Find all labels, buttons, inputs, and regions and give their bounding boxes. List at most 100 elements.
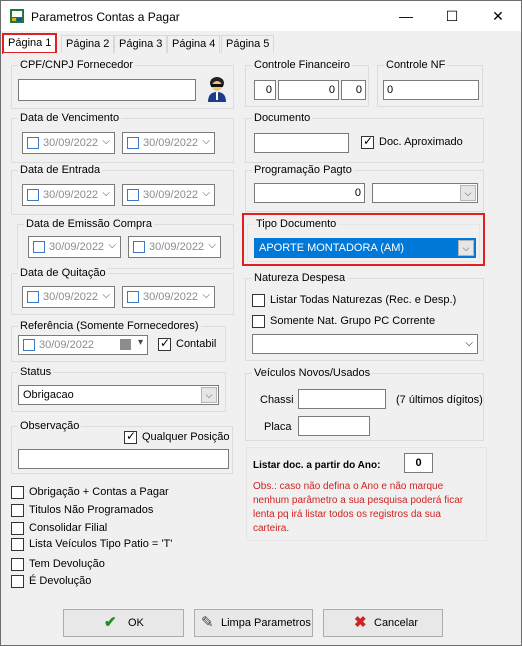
contabil-label: Contabil xyxy=(176,338,217,350)
chassi-hint: (7 últimos dígitos) xyxy=(396,394,483,406)
option-tem-devolucao-label: Tem Devolução xyxy=(29,558,105,570)
entrada-to-checkbox[interactable] xyxy=(127,189,139,201)
search-person-icon[interactable] xyxy=(205,76,229,102)
chevron-down-icon[interactable]: ⌵ xyxy=(202,188,210,199)
chevron-down-icon[interactable]: ⌵ xyxy=(465,335,473,353)
cancelar-button[interactable]: ✖ Cancelar xyxy=(323,609,443,637)
entrada-from-checkbox[interactable] xyxy=(27,189,39,201)
tab-pagina-1[interactable]: Página 1 xyxy=(2,33,58,54)
option-obrigacao-contas-label: Obrigação + Contas a Pagar xyxy=(29,486,169,498)
ano-label: Listar doc. a partir do Ano: xyxy=(253,460,381,471)
chevron-down-icon[interactable]: ⌵ xyxy=(208,240,216,251)
emissao-from-date[interactable]: 30/09/2022 ⌵ xyxy=(28,236,121,258)
programacao-group: Programação Pagto 0 ⌵ xyxy=(245,164,484,212)
chevron-down-icon[interactable]: ⌵ xyxy=(458,240,474,256)
doc-aproximado-box[interactable] xyxy=(361,135,374,149)
chevron-down-icon[interactable]: ⌵ xyxy=(102,136,110,147)
ano-group: Listar doc. a partir do Ano: 0 Obs.: cas… xyxy=(246,447,487,541)
chevron-down-icon[interactable]: ⌵ xyxy=(460,185,476,201)
quitacao-to-checkbox[interactable] xyxy=(127,291,139,303)
chassi-input[interactable] xyxy=(298,389,386,409)
option-lista-veiculos-box[interactable] xyxy=(11,538,24,551)
vencimento-to-checkbox[interactable] xyxy=(127,137,139,149)
tab-pagina-3[interactable]: Página 3 xyxy=(114,35,168,53)
controle-nf-group: Controle NF 0 xyxy=(377,59,483,107)
tipo-documento-select[interactable]: APORTE MONTADORA (AM) ⌵ xyxy=(254,238,476,258)
chevron-down-icon[interactable]: ▾ xyxy=(138,337,143,348)
entrada-group: Data de Entrada 30/09/2022 ⌵ 30/09/2022 … xyxy=(11,164,234,215)
tab-pagina-5[interactable]: Página 5 xyxy=(221,35,275,53)
close-button[interactable]: ✕ xyxy=(475,1,521,31)
veiculos-group: Veículos Novos/Usados Chassi (7 últimos … xyxy=(245,367,484,441)
chevron-down-icon[interactable]: ⌵ xyxy=(201,387,217,403)
programacao-select[interactable]: ⌵ xyxy=(372,183,478,203)
emissao-from-value: 30/09/2022 xyxy=(49,241,105,253)
chevron-down-icon[interactable]: ⌵ xyxy=(102,188,110,199)
limpa-parametros-button[interactable]: ✎ Limpa Parametros xyxy=(194,609,313,637)
documento-input[interactable] xyxy=(254,133,349,153)
controle-financeiro-field-2[interactable]: 0 xyxy=(278,80,339,100)
ano-input[interactable]: 0 xyxy=(404,453,433,473)
option-obrigacao-contas-box[interactable] xyxy=(11,486,24,499)
controle-financeiro-field-3[interactable]: 0 xyxy=(341,80,366,100)
option-titulos-box[interactable] xyxy=(11,504,24,517)
tipo-documento-label: Tipo Documento xyxy=(254,218,339,230)
entrada-from-value: 30/09/2022 xyxy=(43,189,99,201)
emissao-group: Data de Emissão Compra 30/09/2022 ⌵ 30/0… xyxy=(17,218,234,269)
controle-financeiro-field-1[interactable]: 0 xyxy=(254,80,276,100)
status-group: Status Obrigacao ⌵ xyxy=(11,366,226,412)
status-select[interactable]: Obrigacao ⌵ xyxy=(18,385,219,405)
calendar-icon[interactable] xyxy=(120,339,131,350)
chevron-down-icon[interactable]: ⌵ xyxy=(202,290,210,301)
documento-group: Documento Doc. Aproximado xyxy=(245,112,484,163)
quitacao-from-checkbox[interactable] xyxy=(27,291,39,303)
vencimento-from-checkbox[interactable] xyxy=(27,137,39,149)
quitacao-group: Data de Quitação 30/09/2022 ⌵ 30/09/2022… xyxy=(11,267,234,315)
tab-pagina-2[interactable]: Página 2 xyxy=(61,35,115,53)
programacao-label: Programação Pagto xyxy=(252,164,354,176)
option-consolidar-box[interactable] xyxy=(11,522,24,535)
observacao-label: Observação xyxy=(18,420,82,432)
doc-aproximado-label: Doc. Aproximado xyxy=(379,136,463,148)
tab-panel: CPF/CNPJ Fornecedor Controle Financeiro … xyxy=(3,53,519,601)
programacao-input[interactable]: 0 xyxy=(254,183,365,203)
entrada-to-date[interactable]: 30/09/2022 ⌵ xyxy=(122,184,215,206)
option-tem-devolucao-box[interactable] xyxy=(11,558,24,571)
listar-todas-naturezas-box[interactable] xyxy=(252,294,265,307)
controle-nf-input[interactable]: 0 xyxy=(383,80,479,100)
chevron-down-icon[interactable]: ⌵ xyxy=(202,136,210,147)
emissao-to-date[interactable]: 30/09/2022 ⌵ xyxy=(128,236,221,258)
natureza-label: Natureza Despesa xyxy=(252,272,348,284)
quitacao-from-date[interactable]: 30/09/2022 ⌵ xyxy=(22,286,115,308)
placa-input[interactable] xyxy=(298,416,370,436)
contabil-box[interactable] xyxy=(158,337,171,351)
quitacao-to-date[interactable]: 30/09/2022 ⌵ xyxy=(122,286,215,308)
chassi-label: Chassi xyxy=(260,394,294,406)
entrada-from-date[interactable]: 30/09/2022 ⌵ xyxy=(22,184,115,206)
minimize-button[interactable]: — xyxy=(383,1,429,31)
cpf-group: CPF/CNPJ Fornecedor xyxy=(11,59,234,109)
status-value: Obrigacao xyxy=(23,389,74,401)
maximize-button[interactable]: ☐ xyxy=(429,1,475,31)
vencimento-from-date[interactable]: 30/09/2022 ⌵ xyxy=(22,132,115,154)
ok-button[interactable]: ✔ OK xyxy=(63,609,184,637)
natureza-select[interactable]: ⌵ xyxy=(252,334,478,354)
qualquer-posicao-box[interactable] xyxy=(124,430,137,444)
ano-note: Obs.: caso não defina o Ano e não marque… xyxy=(253,481,464,534)
title-bar: Parametros Contas a Pagar — ☐ ✕ xyxy=(1,1,521,31)
referencia-checkbox[interactable] xyxy=(23,339,35,351)
vencimento-to-date[interactable]: 30/09/2022 ⌵ xyxy=(122,132,215,154)
chevron-down-icon[interactable]: ⌵ xyxy=(102,290,110,301)
vencimento-from-value: 30/09/2022 xyxy=(43,137,99,149)
cancelar-label: Cancelar xyxy=(374,617,419,629)
chevron-down-icon[interactable]: ⌵ xyxy=(108,240,116,251)
controle-nf-label: Controle NF xyxy=(384,59,448,71)
referencia-date[interactable]: 30/09/2022 ▾ xyxy=(18,335,148,355)
observacao-input[interactable] xyxy=(18,449,229,469)
emissao-from-checkbox[interactable] xyxy=(33,241,45,253)
somente-nat-grupo-box[interactable] xyxy=(252,315,265,328)
option-e-devolucao-box[interactable] xyxy=(11,575,24,588)
emissao-to-checkbox[interactable] xyxy=(133,241,145,253)
cpf-input[interactable] xyxy=(18,79,196,101)
tab-pagina-4[interactable]: Página 4 xyxy=(167,35,221,53)
